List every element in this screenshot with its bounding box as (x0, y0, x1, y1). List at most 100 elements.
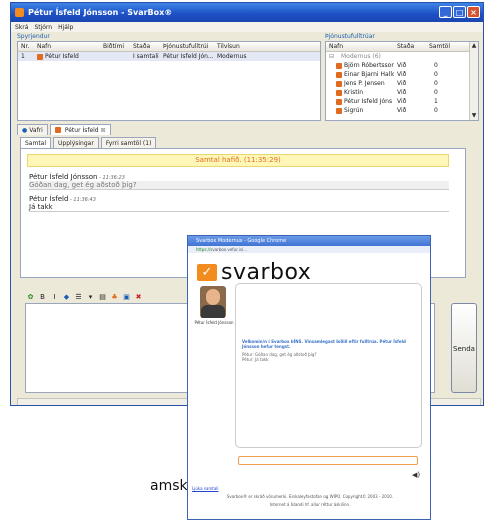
close-button[interactable]: × (467, 6, 480, 18)
close-tab-icon[interactable]: ⊠ (101, 127, 106, 134)
user-icon (336, 98, 342, 105)
col-wait[interactable]: Biðtími (100, 43, 130, 50)
file-icon[interactable]: ▤ (98, 293, 107, 302)
tab-browser-label: Vafri (29, 126, 43, 134)
message-text: Já takk (29, 203, 449, 212)
svarbox-logo: ✓ svarbox (197, 260, 311, 285)
end-chat-link[interactable]: Ljúka samtali (192, 486, 219, 491)
author-name: Pétur Ísfeld (29, 195, 69, 203)
emoticon-icon[interactable]: ✿ (26, 293, 35, 302)
waiting-label: Spyrjendur (17, 33, 50, 40)
agent-count: 0 (434, 89, 438, 96)
browser-footer: Svarbox® er skráð vörumerki. Einkaleyfas… (188, 493, 430, 509)
agent-count: 0 (434, 71, 438, 78)
menu-bar: Skrá Stjórn Hjálp (11, 22, 483, 32)
agent-row[interactable]: Jens P. Jensen Við 0 (326, 79, 478, 88)
send-button[interactable]: Senda (451, 303, 477, 393)
col-agent-name[interactable]: Nafn (326, 43, 394, 50)
bold-icon[interactable]: B (38, 293, 47, 302)
agent-status: Við (397, 89, 407, 96)
browser-window: Svarbox Modernus - Google Chrome https:/… (187, 235, 431, 520)
url-text: svarbox.vefur.is/... (210, 247, 248, 252)
agent-name-cell: Jens P. Jensen (326, 80, 394, 87)
main-tabs: ● Vafri Pétur Ísfeld ⊠ (17, 124, 111, 135)
agent-name-cell: Pétur Ísfeld Jóns (326, 98, 394, 105)
agent-name-cell: Einar Bjarni Hallo (326, 71, 394, 78)
tab-history[interactable]: Fyrri samtöl (1) (100, 137, 157, 148)
waiting-table: Nr. Nafn Biðtími Staða Þjónustufulltrúi … (17, 41, 321, 121)
italic-icon[interactable]: I (50, 293, 59, 302)
col-name[interactable]: Nafn (34, 43, 100, 50)
transfer-icon[interactable]: ♣ (110, 293, 119, 302)
tab-info[interactable]: Upplýsingar (53, 137, 99, 148)
col-nr[interactable]: Nr. (18, 43, 34, 50)
footer-line: Svarbox® er skráð vörumerki. Einkaleyfas… (226, 494, 394, 499)
customer-messages: Pétur: Góðan dag, get ég aðstoð þig? Pét… (242, 352, 412, 362)
user-icon (336, 107, 342, 114)
user-icon (336, 89, 342, 96)
agents-label: Þjónustufulltrúar (325, 33, 375, 40)
app-icon (15, 8, 24, 17)
agent-count: 0 (434, 62, 438, 69)
group-label: Modernus (6) (341, 53, 381, 60)
agent-count: 0 (434, 107, 438, 114)
scroll-up-icon[interactable]: ▲ (470, 42, 478, 50)
compose-toolbar: ✿ B I ◆ ☰ ▾ ▤ ♣ ▣ ✖ (26, 293, 143, 302)
agent-row[interactable]: Sigrún Við 0 (326, 106, 478, 115)
menu-control[interactable]: Stjórn (34, 24, 52, 31)
cell-status: Í samtali (133, 53, 159, 60)
footer-line: Internet á Íslandi hf. allur réttur áski… (269, 502, 351, 507)
message-author: Pétur Ísfeld - 11:36:43 (29, 195, 96, 203)
end-chat-icon[interactable]: ✖ (134, 293, 143, 302)
scroll-down-icon[interactable]: ▼ (470, 112, 478, 120)
agents-table: Nafn Staða Samtöl ⊟ Modernus (6) Björn R… (325, 41, 479, 121)
agent-count: 0 (434, 80, 438, 87)
col-ref[interactable]: Tilvísun (214, 43, 264, 50)
cell-nr: 1 (21, 53, 25, 60)
welcome-message: Velkomin/n í Svarbox ÞÍNS. Vinsamlegast … (242, 339, 406, 349)
col-agent-count[interactable]: Samtöl (426, 43, 466, 50)
agent-count: 1 (434, 98, 438, 105)
cell-agent: Pétur Ísfeld Jón... (163, 53, 214, 60)
waiting-header: Nr. Nafn Biðtími Staða Þjónustufulltrúi … (18, 42, 320, 52)
collapse-icon[interactable]: ⊟ (326, 53, 338, 60)
col-agent-status[interactable]: Staða (394, 43, 426, 50)
menu-help[interactable]: Hjálp (58, 24, 73, 31)
author-name: Pétur Ísfeld Jónsson (29, 173, 98, 181)
tab-browser[interactable]: ● Vafri (17, 124, 48, 135)
save-icon[interactable]: ▣ (122, 293, 131, 302)
minimize-button[interactable]: _ (439, 6, 452, 18)
link-icon[interactable]: ◆ (62, 293, 71, 302)
url-scheme: https:// (196, 247, 211, 252)
col-status[interactable]: Staða (130, 43, 160, 50)
menu-file[interactable]: Skrá (15, 24, 28, 31)
col-agent[interactable]: Þjónustufulltrúi (160, 43, 214, 50)
speaker-icon[interactable]: ◀) (412, 471, 420, 479)
browser-title-bar[interactable]: Svarbox Modernus - Google Chrome (188, 236, 430, 246)
agent-row[interactable]: Einar Bjarni Hallo Við 0 (326, 70, 478, 79)
sub-tabs: Samtal Upplýsingar Fyrri samtöl (1) (20, 137, 157, 148)
agent-group[interactable]: ⊟ Modernus (6) (326, 52, 478, 61)
tab-conversation[interactable]: Samtal (20, 137, 52, 148)
browser-title: Svarbox Modernus - Google Chrome (196, 238, 287, 244)
dropdown-icon[interactable]: ▾ (86, 293, 95, 302)
agent-name: Björn Róbertsson (344, 62, 394, 69)
customer-chat-box (235, 283, 422, 448)
agent-row[interactable]: Pétur Ísfeld Jóns Við 1 (326, 97, 478, 106)
tab-customer[interactable]: Pétur Ísfeld ⊠ (49, 124, 111, 135)
customer-input[interactable] (238, 456, 418, 465)
agents-header: Nafn Staða Samtöl (326, 42, 478, 52)
title-bar[interactable]: Pétur Ísfeld Jónsson - SvarBox® _ □ × (11, 3, 483, 22)
list-icon[interactable]: ☰ (74, 293, 83, 302)
address-bar[interactable]: https://svarbox.vefur.is/... (188, 246, 430, 253)
customer-message: Pétur: Já takk (242, 357, 269, 362)
agent-name-cell: Kristín (326, 89, 394, 96)
table-row[interactable]: 1 Pétur Ísfeld Í samtali Pétur Ísfeld Jó… (18, 52, 320, 61)
maximize-button[interactable]: □ (453, 6, 466, 18)
avatar (200, 286, 226, 318)
agents-scrollbar[interactable]: ▲ ▼ (469, 42, 478, 120)
agent-row[interactable]: Björn Róbertsson Við 0 (326, 61, 478, 70)
agent-row[interactable]: Kristín Við 0 (326, 88, 478, 97)
user-icon (54, 127, 61, 133)
agent-status: Við (397, 107, 407, 114)
